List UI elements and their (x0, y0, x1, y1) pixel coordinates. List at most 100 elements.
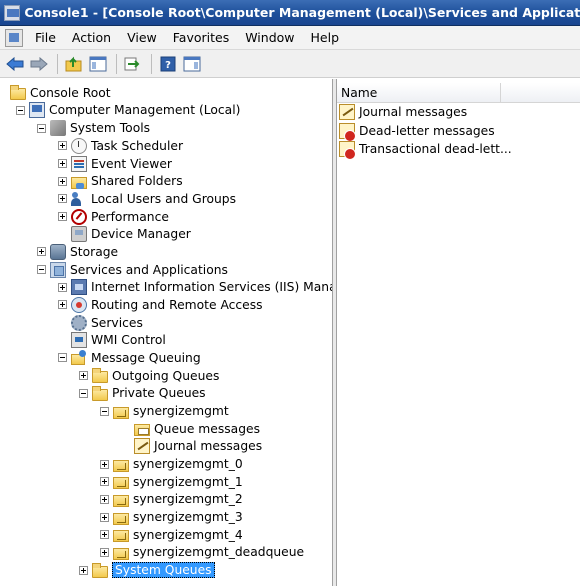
result-pane[interactable]: Name Journal messages Dead-letter message… (336, 79, 580, 586)
menu-help[interactable]: Help (303, 30, 348, 45)
tree-item-services[interactable]: Services (58, 314, 143, 332)
expand-icon[interactable] (58, 282, 67, 292)
tree-item-private-queues[interactable]: Private Queues (79, 385, 206, 403)
tree-item-label: Event Viewer (91, 156, 172, 171)
tree-item-system-queues[interactable]: System Queues (79, 561, 215, 579)
collapse-icon[interactable] (16, 105, 25, 115)
tree-item-label: Console Root (30, 85, 111, 100)
toolbar-separator (57, 53, 58, 74)
help-button[interactable]: ? (157, 53, 179, 75)
expand-icon[interactable] (100, 459, 109, 469)
tree-item-label: Services and Applications (70, 262, 228, 277)
expand-icon[interactable] (79, 565, 88, 575)
tree-item-internet-information-services-iis-manager[interactable]: Internet Information Services (IIS) Mana… (58, 278, 333, 296)
expand-icon[interactable] (100, 512, 109, 522)
tree-item-synergizemgmt[interactable]: synergizemgmt (100, 402, 229, 420)
queue-icon (113, 459, 129, 472)
tree-item-label: synergizemgmt_deadqueue (133, 545, 305, 560)
tree-item-journal-messages[interactable]: Journal messages (121, 438, 262, 456)
show-hide-action-pane-button[interactable] (181, 53, 203, 75)
tree-item-synergizemgmt-0[interactable]: synergizemgmt_0 (100, 455, 243, 473)
tree-item-shared-folders[interactable]: Shared Folders (58, 172, 183, 190)
expand-icon[interactable] (37, 247, 46, 257)
tree-item-console-root[interactable]: Console Root (10, 84, 111, 102)
expand-icon[interactable] (58, 176, 67, 186)
column-header-blank[interactable] (501, 83, 580, 103)
expand-icon[interactable] (100, 494, 109, 504)
menu-window[interactable]: Window (237, 30, 302, 45)
up-one-level-button[interactable] (63, 53, 85, 75)
tree-item-label: WMI Control (91, 333, 166, 348)
tree-item-event-viewer[interactable]: Event Viewer (58, 155, 172, 173)
expand-icon[interactable] (58, 194, 67, 204)
list-item[interactable]: Dead-letter messages (339, 122, 495, 142)
tree-item-synergizemgmt-1[interactable]: synergizemgmt_1 (100, 473, 243, 491)
tree-item-label: synergizemgmt_1 (133, 474, 243, 489)
collapse-icon[interactable] (100, 406, 109, 416)
tree-item-label: Local Users and Groups (91, 191, 237, 206)
tree-item-local-users-and-groups[interactable]: Local Users and Groups (58, 190, 236, 208)
collapse-icon[interactable] (37, 265, 46, 275)
tree-item-label: synergizemgmt_4 (133, 527, 243, 542)
tree-item-label: Internet Information Services (IIS) Mana… (91, 280, 333, 295)
computer-management-icon (29, 102, 45, 119)
tree-item-task-scheduler[interactable]: Task Scheduler (58, 137, 183, 155)
expand-icon[interactable] (100, 477, 109, 487)
tree-item-label: synergizemgmt_3 (133, 510, 243, 525)
list-item[interactable]: Journal messages (339, 103, 467, 121)
menu-action[interactable]: Action (64, 30, 119, 45)
dead-letter-icon (339, 141, 356, 160)
tree-item-system-tools[interactable]: System Tools (37, 119, 150, 137)
tree-item-device-manager[interactable]: Device Manager (58, 225, 191, 243)
menu-favorites[interactable]: Favorites (165, 30, 237, 45)
back-button[interactable] (4, 53, 26, 75)
tree-item-label: Queue messages (154, 421, 260, 436)
list-item[interactable]: Transactional dead-lett... (339, 140, 512, 160)
up-folder-icon (65, 56, 82, 71)
list-item-label: Transactional dead-lett... (359, 142, 512, 156)
menu-file[interactable]: File (27, 30, 64, 45)
system-tools-icon (50, 120, 66, 137)
help-icon: ? (160, 56, 176, 71)
expand-icon[interactable] (58, 159, 67, 169)
column-header-name[interactable]: Name (337, 83, 501, 103)
tree-item-synergizemgmt-3[interactable]: synergizemgmt_3 (100, 508, 243, 526)
tree-item-performance[interactable]: Performance (58, 208, 169, 226)
forward-button[interactable] (28, 53, 50, 75)
tree-item-synergizemgmt-deadqueue[interactable]: synergizemgmt_deadqueue (100, 544, 304, 562)
shared-folders-icon (71, 176, 87, 189)
tree-item-outgoing-queues[interactable]: Outgoing Queues (79, 367, 219, 385)
collapse-icon[interactable] (79, 388, 88, 398)
window-title-bar[interactable]: Console1 - [Console Root\Computer Manage… (0, 0, 580, 26)
expand-icon[interactable] (79, 371, 88, 381)
expand-icon[interactable] (58, 141, 67, 151)
tree-item-queue-messages[interactable]: Queue messages (121, 420, 260, 438)
tree-item-message-queuing[interactable]: Message Queuing (58, 349, 201, 367)
tree-item-label: Performance (91, 209, 169, 224)
expand-icon[interactable] (100, 530, 109, 540)
toolbar: ? (0, 50, 580, 78)
console-tree[interactable]: Console Root Computer Management (Local) S… (0, 79, 333, 586)
menu-view[interactable]: View (119, 30, 165, 45)
collapse-icon[interactable] (58, 353, 67, 363)
queue-icon (113, 530, 129, 543)
tree-item-label: System Tools (70, 121, 151, 136)
tree-item-services-and-applications[interactable]: Services and Applications (37, 261, 228, 279)
console-window-icon[interactable] (5, 28, 23, 47)
expand-icon[interactable] (58, 212, 67, 222)
tree-item-synergizemgmt-4[interactable]: synergizemgmt_4 (100, 526, 243, 544)
tree-item-computer-management-local[interactable]: Computer Management (Local) (16, 102, 240, 120)
tree-item-label: Shared Folders (91, 174, 183, 189)
queue-icon (113, 477, 129, 490)
tree-item-storage[interactable]: Storage (37, 243, 118, 261)
expand-icon[interactable] (100, 547, 109, 557)
tree-item-synergizemgmt-2[interactable]: synergizemgmt_2 (100, 491, 243, 509)
tree-item-routing-and-remote-access[interactable]: Routing and Remote Access (58, 296, 263, 314)
collapse-icon[interactable] (37, 123, 46, 133)
tree-item-label: synergizemgmt_2 (133, 492, 243, 507)
show-hide-tree-button[interactable] (87, 53, 109, 75)
tree-item-wmi-control[interactable]: WMI Control (58, 332, 166, 350)
export-list-button[interactable] (122, 53, 144, 75)
expand-icon[interactable] (58, 300, 67, 310)
journal-icon (134, 438, 150, 455)
